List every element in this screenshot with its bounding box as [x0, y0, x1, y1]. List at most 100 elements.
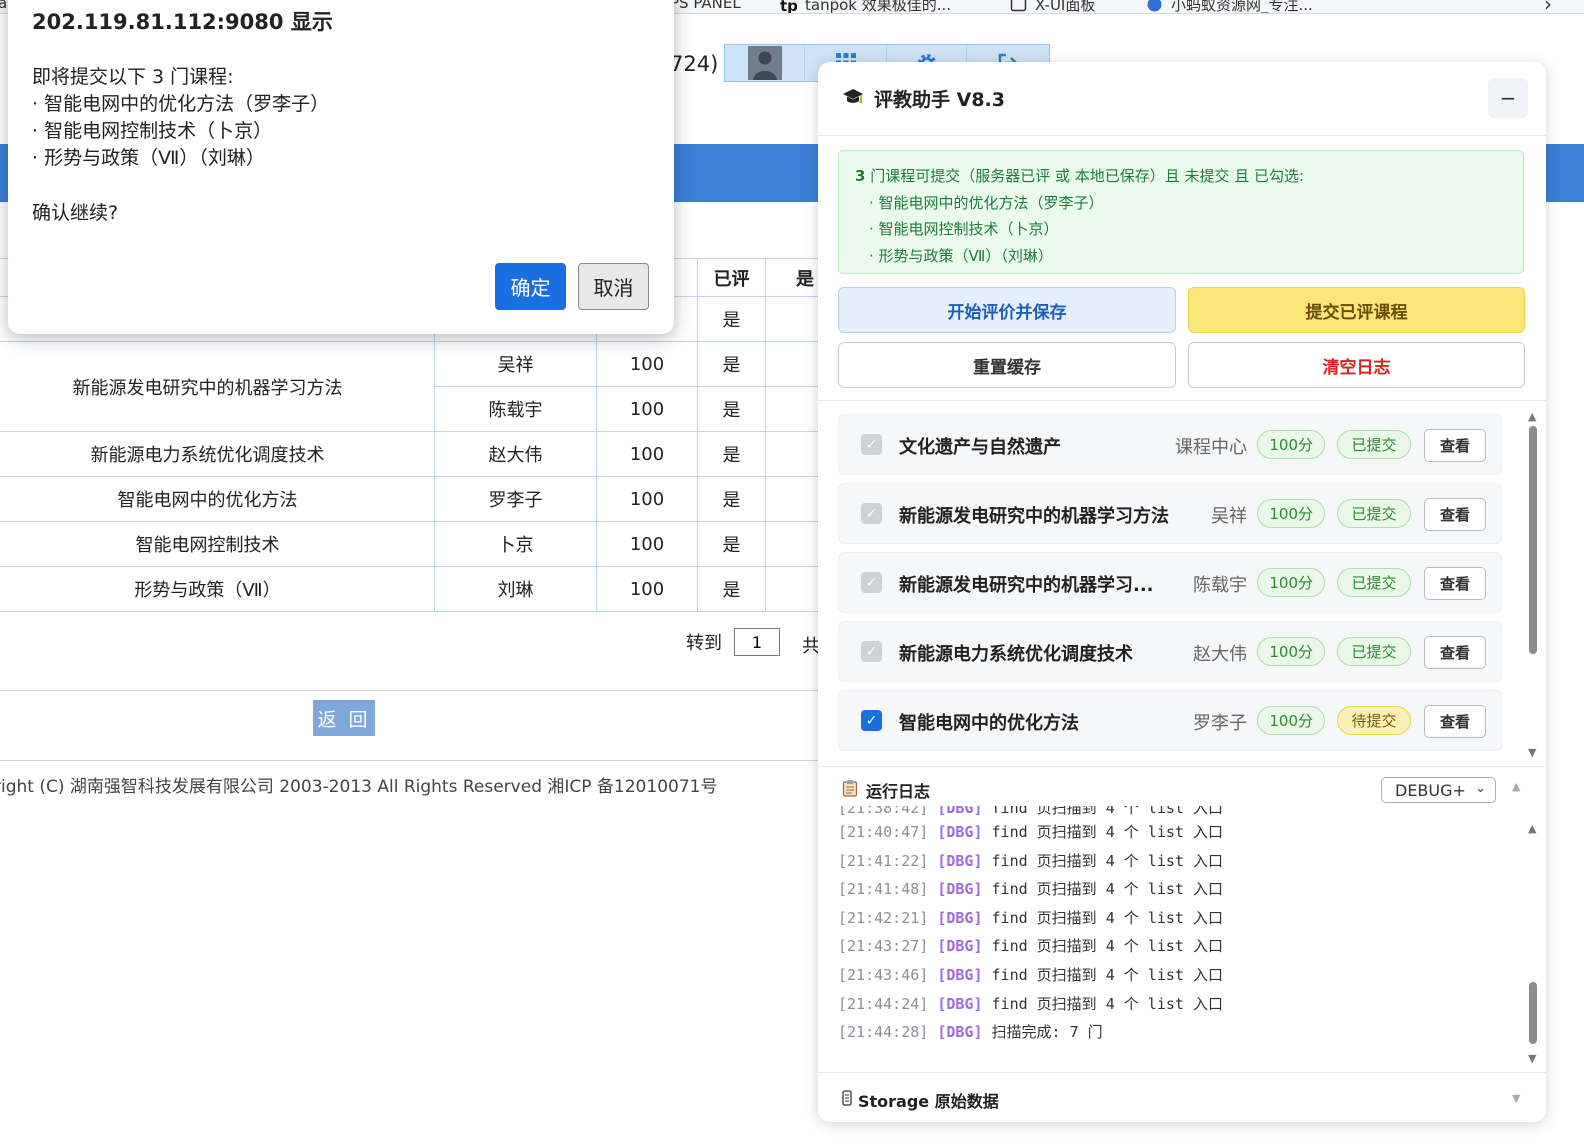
chevron-right-icon[interactable]: ›: [1544, 0, 1552, 13]
log-output: [21:38:42] [DBG] find 页扫描到 4 个 list 入口 […: [838, 806, 1528, 1056]
checkbox-icon[interactable]: ✓: [861, 503, 882, 524]
confirm-dialog: 202.119.81.112:9080 显示 即将提交以下 3 门课程: · 智…: [8, 0, 674, 334]
helper-panel: 评教助手 V8.3 − 3 门课程可提交（服务器已评 或 本地已保存）且 未提交…: [818, 62, 1546, 1122]
score-badge: 100分: [1257, 706, 1325, 735]
table-row: 形势与政策（Ⅶ） 刘琳 100 是: [0, 566, 836, 612]
table-cell: 100: [596, 386, 698, 432]
pager-label: 转到: [686, 633, 722, 654]
log-message: find 页扫描到 4 个 list 入口: [991, 823, 1223, 841]
minimize-button[interactable]: −: [1488, 78, 1528, 118]
table-cell: 智能电网中的优化方法: [0, 476, 435, 522]
view-button[interactable]: 查看: [1424, 567, 1486, 600]
pager: 转到: [686, 628, 780, 656]
view-button[interactable]: 查看: [1424, 705, 1486, 738]
course-row: ✓ 新能源发电研究中的机器学习方法 吴祥 100分 已提交 查看: [838, 483, 1502, 544]
table-row: 新能源发电研究中的机器学习方法 吴祥 100 是: [0, 341, 836, 432]
table-cell: 是: [697, 566, 766, 612]
page-number-input[interactable]: [734, 628, 780, 656]
log-line: [21:44:28] [DBG] 扫描完成: 7 门: [838, 1018, 1528, 1047]
status-badge: 已提交: [1337, 637, 1411, 666]
table-row: 智能电网控制技术 卜京 100 是: [0, 521, 836, 567]
table-cell: 100: [596, 431, 698, 477]
period-text: 724): [670, 52, 719, 76]
log-line: [21:41:22] [DBG] find 页扫描到 4 个 list 入口: [838, 847, 1528, 876]
scroll-up-icon[interactable]: ▲: [1528, 822, 1536, 835]
ok-button[interactable]: 确定: [495, 263, 566, 310]
view-button[interactable]: 查看: [1424, 636, 1486, 669]
course-list: ✓ 文化遗产与自然遗产 课程中心 100分 已提交 查看 ✓ 新能源发电研究中的…: [838, 414, 1502, 762]
course-teacher: 罗李子: [1193, 713, 1247, 734]
scroll-up-icon[interactable]: ▲: [1528, 410, 1536, 423]
table-cell: 是: [697, 386, 766, 432]
table-cell: 100: [596, 341, 698, 387]
summary-count: 3: [855, 167, 866, 185]
log-tag: [DBG]: [937, 994, 983, 1013]
clear-log-button[interactable]: 清空日志: [1188, 342, 1525, 388]
log-tag: [DBG]: [937, 908, 983, 927]
bookmark-item[interactable]: 小蚂蚁资源网_专注...: [1146, 0, 1313, 13]
log-line: [21:44:24] [DBG] find 页扫描到 4 个 list 入口: [838, 990, 1528, 1019]
log-level-value: DEBUG+: [1395, 780, 1466, 800]
log-line: [21:42:21] [DBG] find 页扫描到 4 个 list 入口: [838, 904, 1528, 933]
scroll-down-icon[interactable]: ▼: [1528, 1052, 1536, 1065]
table-cell: 智能电网控制技术: [0, 521, 435, 567]
return-button[interactable]: 返 回: [313, 700, 375, 736]
storage-header[interactable]: Storage 原始数据: [842, 1088, 999, 1112]
log-time: [21:40:47]: [838, 823, 929, 841]
cancel-button[interactable]: 取消: [578, 263, 649, 310]
status-badge: 待提交: [1337, 706, 1411, 735]
divider: [0, 760, 820, 761]
table-cell: 是: [697, 431, 766, 477]
summary-headline: 3 门课程可提交（服务器已评 或 本地已保存）且 未提交 且 已勾选:: [855, 163, 1507, 190]
status-badge: 已提交: [1337, 499, 1411, 528]
bookmark-item[interactable]: PS PANEL: [670, 0, 741, 12]
log-title: 运行日志: [866, 782, 931, 801]
course-name: 新能源电力系统优化调度技术: [899, 644, 1133, 665]
summary-item: · 智能电网控制技术（卜京）: [869, 220, 1059, 238]
bookmark-item[interactable]: a: [0, 0, 7, 12]
view-button[interactable]: 查看: [1424, 498, 1486, 531]
score-badge: 100分: [1257, 637, 1325, 666]
checkbox-icon[interactable]: ✓: [861, 434, 882, 455]
expand-icon[interactable]: ▼: [1512, 1092, 1520, 1105]
log-message: find 页扫描到 4 个 list 入口: [991, 994, 1223, 1013]
status-badge: 已提交: [1337, 568, 1411, 597]
scroll-down-icon[interactable]: ▼: [1528, 746, 1536, 759]
submit-evaluated-button[interactable]: 提交已评课程: [1188, 287, 1525, 333]
log-time: [21:43:27]: [838, 937, 929, 956]
score-badge: 100分: [1257, 568, 1325, 597]
log-tag: [DBG]: [937, 965, 983, 984]
status-badge: 已提交: [1337, 430, 1411, 459]
log-time: [21:42:21]: [838, 908, 929, 927]
bookmark-item[interactable]: X-UI面板: [1010, 0, 1095, 13]
scroll-thumb[interactable]: [1529, 982, 1537, 1044]
table-cell: 陈载宇: [434, 386, 597, 432]
dialog-intro: 即将提交以下 3 门课程:: [32, 66, 234, 88]
course-list-scrollbar[interactable]: ▲ ▼: [1528, 410, 1538, 759]
course-name: 新能源发电研究中的机器学习...: [899, 575, 1154, 596]
checkbox-icon[interactable]: ✓: [861, 572, 882, 593]
checkbox-icon[interactable]: ✓: [861, 710, 882, 731]
log-line: [21:43:46] [DBG] find 页扫描到 4 个 list 入口: [838, 961, 1528, 990]
dialog-item: · 智能电网控制技术（卜京）: [32, 120, 273, 142]
ant-icon: [1146, 0, 1163, 13]
log-level-select[interactable]: DEBUG+ ⌄: [1381, 777, 1496, 803]
summary-text: 门课程可提交（服务器已评 或 本地已保存）且 未提交 且 已勾选:: [865, 167, 1305, 185]
collapse-icon[interactable]: ▲: [1512, 780, 1520, 793]
start-evaluate-button[interactable]: 开始评价并保存: [838, 287, 1176, 333]
score-badge: 100分: [1257, 499, 1325, 528]
log-scrollbar[interactable]: ▲ ▼: [1528, 822, 1538, 1068]
divider: [0, 690, 820, 691]
chevron-down-icon: ⌄: [1475, 781, 1486, 796]
reset-cache-button[interactable]: 重置缓存: [838, 342, 1176, 388]
bookmark-label: PS PANEL: [670, 0, 741, 12]
view-button[interactable]: 查看: [1424, 429, 1486, 462]
log-time: [21:44:24]: [838, 994, 929, 1013]
bookmark-item[interactable]: tp tanpok 效果极佳的...: [780, 0, 951, 13]
course-teacher: 吴祥: [1211, 506, 1247, 527]
log-tag: [DBG]: [937, 1023, 983, 1042]
table-cell: 吴祥: [434, 341, 597, 387]
user-icon[interactable]: [725, 45, 805, 81]
scroll-thumb[interactable]: [1529, 426, 1537, 654]
checkbox-icon[interactable]: ✓: [861, 641, 882, 662]
